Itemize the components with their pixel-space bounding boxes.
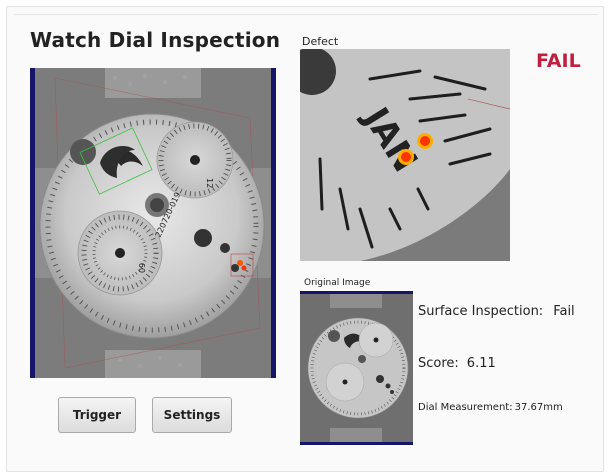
page-title: Watch Dial Inspection — [30, 28, 281, 52]
watch-dial-graphic: 12 09 220720-019 — [35, 68, 271, 378]
top-subdial-numbers: 12 — [205, 178, 214, 188]
surface-inspection-label: Surface Inspection: — [418, 304, 544, 319]
divider — [14, 14, 598, 15]
dial-measurement-label: Dial Measurement: — [418, 402, 513, 413]
result-fail-label: FAIL — [536, 50, 581, 72]
defect-label: Defect — [302, 35, 339, 48]
original-image-label: Original Image — [304, 278, 371, 288]
settings-button[interactable]: Settings — [152, 397, 232, 433]
trigger-button[interactable]: Trigger — [58, 397, 136, 433]
original-image — [300, 291, 413, 445]
surface-inspection-row: Surface Inspection: Fail — [418, 304, 575, 319]
main-dial-image: 12 09 220720-019 — [30, 68, 276, 378]
score-row: Score: 6.11 — [418, 356, 496, 371]
score-value: 6.11 — [466, 356, 496, 371]
original-dial-graphic — [300, 294, 413, 442]
score-label: Score: — [418, 356, 459, 371]
dial-measurement-value: 37.67mm — [514, 402, 563, 413]
defect-image: JAN — [300, 49, 510, 261]
defect-zoom-graphic: JAN — [300, 49, 510, 261]
lower-subdial-numbers: 09 — [138, 263, 147, 273]
surface-inspection-value: Fail — [553, 304, 575, 319]
dial-measurement-row: Dial Measurement: 37.67mm — [418, 402, 563, 413]
